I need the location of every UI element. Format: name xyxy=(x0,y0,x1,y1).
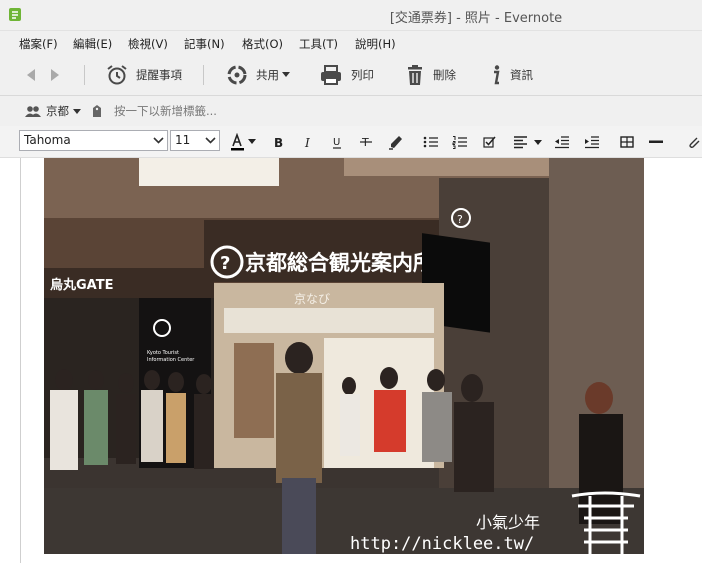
people-icon xyxy=(25,106,41,117)
chevron-down-icon xyxy=(73,108,81,114)
outdent-button[interactable] xyxy=(552,132,572,152)
paperclip-icon xyxy=(689,137,700,149)
font-family-value: Tahoma xyxy=(24,133,71,147)
menu-view[interactable]: 檢視(V) xyxy=(128,36,168,52)
tag-icon xyxy=(93,105,101,117)
indent-icon xyxy=(585,136,599,149)
toolbar-divider xyxy=(84,65,85,85)
italic-button[interactable]: I xyxy=(299,132,317,152)
back-button[interactable] xyxy=(24,55,38,95)
forward-button[interactable] xyxy=(48,55,62,95)
format-toolbar: Tahoma 11 B I U T xyxy=(0,126,702,158)
main-toolbar: 提醒事項 共用 列印 刪除 資訊 xyxy=(0,55,702,96)
note-editor[interactable]: ? 京都総合観光案内所 烏丸GATE ? 京なび Kyoto Tourist I… xyxy=(0,158,702,563)
delete-button[interactable]: 刪除 xyxy=(405,55,456,95)
numbered-list-button[interactable] xyxy=(450,132,470,152)
font-size-value: 11 xyxy=(175,133,191,147)
print-button[interactable]: 列印 xyxy=(319,55,374,95)
forward-arrow-icon xyxy=(51,69,59,81)
bold-button[interactable]: B xyxy=(270,132,288,152)
table-button[interactable] xyxy=(617,132,637,152)
menu-file[interactable]: 檔案(F) xyxy=(19,36,58,52)
share-button[interactable]: 共用 xyxy=(226,55,291,95)
menu-format[interactable]: 格式(O) xyxy=(242,36,283,52)
menu-edit[interactable]: 編輯(E) xyxy=(73,36,112,52)
tag-bar: 京都 按一下以新增標籤... xyxy=(0,96,702,126)
menu-tools[interactable]: 工具(T) xyxy=(299,36,338,52)
font-family-select[interactable]: Tahoma xyxy=(19,130,168,151)
sign-gate-text: 烏丸GATE xyxy=(50,277,113,293)
align-left-icon xyxy=(514,136,542,149)
editor-margin-line xyxy=(20,158,21,563)
font-color-button[interactable] xyxy=(228,132,260,152)
delete-label: 刪除 xyxy=(433,68,456,82)
sign-sub-text: 京なび xyxy=(294,292,330,306)
toolbar-divider xyxy=(203,65,204,85)
title-bar: [交通票券] - 照片 - Evernote xyxy=(0,0,702,31)
bold-icon: B xyxy=(274,136,283,149)
horizontal-rule-button[interactable] xyxy=(646,132,666,152)
svg-text:B: B xyxy=(274,136,283,149)
font-color-icon xyxy=(231,133,256,151)
indent-button[interactable] xyxy=(582,132,602,152)
notebook-selector[interactable]: 京都 xyxy=(24,96,81,126)
svg-text:U: U xyxy=(333,137,340,148)
notebook-name: 京都 xyxy=(46,104,69,118)
photo-scene: ? 京都総合観光案内所 烏丸GATE ? 京なび Kyoto Tourist I… xyxy=(44,158,644,554)
watermark-url: http://nicklee.tw/ xyxy=(350,534,534,554)
attach-button[interactable] xyxy=(684,132,702,152)
highlighter-icon xyxy=(389,136,402,150)
sign-small-2: Information Center xyxy=(147,357,195,363)
back-arrow-icon xyxy=(27,69,35,81)
chevron-down-icon xyxy=(205,137,216,144)
sign-small-1: Kyoto Tourist xyxy=(147,350,179,356)
checkbox-button[interactable] xyxy=(479,132,499,152)
reminder-label: 提醒事項 xyxy=(136,68,182,82)
italic-icon: I xyxy=(304,136,310,149)
menu-note[interactable]: 記事(N) xyxy=(184,36,225,52)
highlight-button[interactable] xyxy=(386,132,406,152)
bullet-list-button[interactable] xyxy=(421,132,441,152)
share-label: 共用 xyxy=(256,68,279,82)
horizontal-rule-icon xyxy=(649,140,663,143)
bullet-list-icon xyxy=(423,136,438,148)
menu-help[interactable]: 說明(H) xyxy=(355,36,396,52)
table-icon xyxy=(620,136,634,148)
outdent-icon xyxy=(555,136,569,149)
chevron-down-icon xyxy=(153,137,164,144)
align-button[interactable] xyxy=(512,132,544,152)
info-label: 資訊 xyxy=(510,68,533,82)
share-icon xyxy=(227,65,247,85)
print-label: 列印 xyxy=(351,68,374,82)
underline-button[interactable]: U xyxy=(328,132,346,152)
chevron-down-icon xyxy=(282,72,290,77)
info-button[interactable]: 資訊 xyxy=(490,55,533,95)
watermark-name: 小氣少年 xyxy=(476,513,540,532)
window-title: [交通票券] - 照片 - Evernote xyxy=(389,11,563,26)
sign-main-text: 京都総合観光案内所 xyxy=(245,251,434,275)
trash-icon xyxy=(408,65,422,85)
tag-placeholder: 按一下以新增標籤... xyxy=(114,104,217,118)
font-size-select[interactable]: 11 xyxy=(170,130,220,151)
numbered-list-icon xyxy=(452,136,467,149)
svg-text:?: ? xyxy=(220,253,230,274)
printer-icon xyxy=(321,65,341,85)
info-icon xyxy=(494,65,500,85)
note-photo[interactable]: ? 京都総合観光案内所 烏丸GATE ? 京なび Kyoto Tourist I… xyxy=(44,158,644,554)
svg-text:I: I xyxy=(304,136,310,149)
strikethrough-button[interactable]: T xyxy=(357,132,375,152)
menu-bar: 檔案(F) 編輯(E) 檢視(V) 記事(N) 格式(O) 工具(T) 說明(H… xyxy=(0,31,702,55)
tag-input[interactable]: 按一下以新增標籤... xyxy=(92,96,217,126)
reminder-alarm-icon xyxy=(107,65,127,85)
underline-icon: U xyxy=(333,137,341,149)
checkbox-icon xyxy=(483,136,496,148)
reminder-button[interactable]: 提醒事項 xyxy=(106,55,182,95)
svg-text:?: ? xyxy=(457,213,463,226)
strikethrough-icon: T xyxy=(360,136,372,149)
